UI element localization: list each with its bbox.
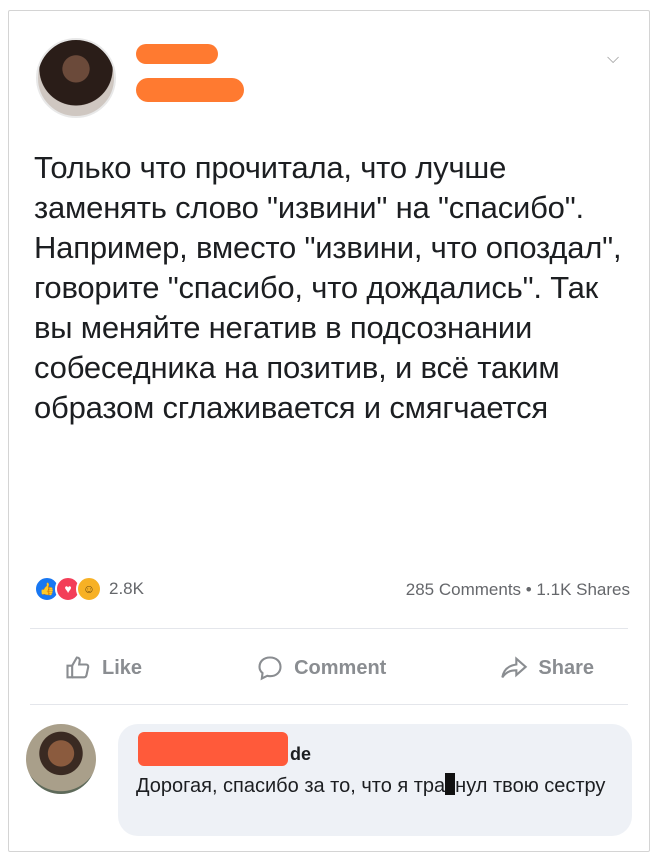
post-text: Только что прочитала, что лучше заменять… [34,150,622,425]
commenter-avatar[interactable] [26,724,96,794]
divider [30,628,628,629]
reactions-summary[interactable]: 👍 ♥ ☺ 2.8K [34,576,144,602]
comment-label: Comment [294,656,387,679]
author-name-redaction [136,44,218,64]
reaction-count: 2.8K [109,579,144,598]
comment-text-part-2: нул твою сестру [455,775,606,797]
author-avatar[interactable] [36,38,116,118]
share-arrow-icon [501,656,528,678]
like-label: Like [102,656,143,679]
post-stats[interactable]: 285 Comments • 1.1K Shares [406,580,630,600]
commenter-name[interactable]: de [290,744,311,765]
share-button[interactable]: Share [470,654,624,682]
share-label: Share [538,656,594,679]
censor-block [445,773,456,795]
like-button[interactable]: Like [34,654,172,682]
divider [30,704,628,705]
action-bar: Like Comment Share [34,648,624,688]
comment-text-part-1: Дорогая, спасибо за то, что я тра [136,775,446,797]
comment-bubble-icon [258,656,282,681]
commenter-name-redaction [138,732,288,766]
comment-button[interactable]: Comment [226,654,416,682]
thumbs-up-icon [66,656,90,679]
chevron-down-icon[interactable]: ⌵ [607,50,619,68]
haha-reaction-icon: ☺ [76,576,102,602]
comment-text: Дорогая, спасибо за то, что я тра нул тво… [136,772,626,800]
author-meta-redaction [136,78,244,102]
